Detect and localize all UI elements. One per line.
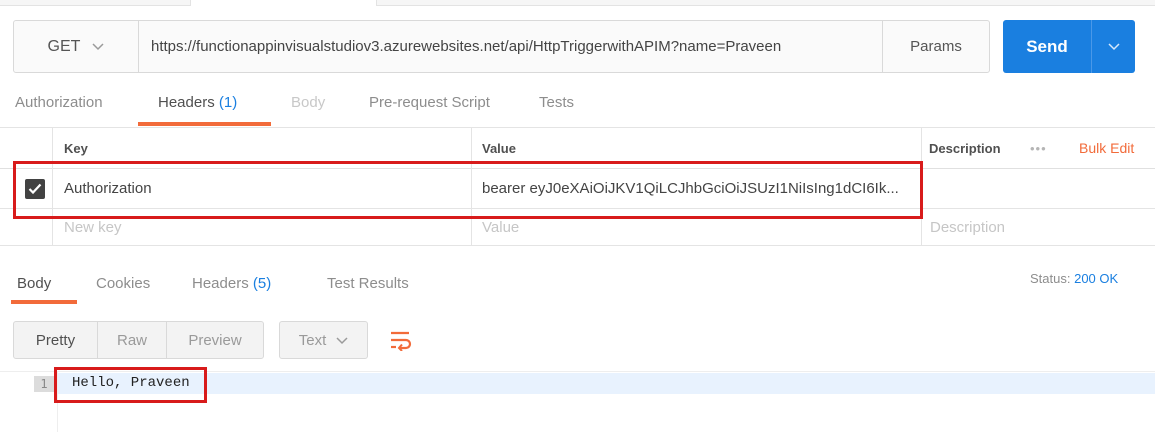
- column-header-key: Key: [64, 141, 88, 156]
- preview-button[interactable]: Preview: [166, 321, 264, 359]
- pretty-button[interactable]: Pretty: [13, 321, 98, 359]
- active-line-highlight: [57, 373, 1155, 394]
- url-text: https://functionappinvisualstudiov3.azur…: [151, 38, 782, 55]
- tab-response-body[interactable]: Body: [17, 275, 51, 292]
- highlight-box: [13, 161, 923, 219]
- tab-tests-label: Tests: [539, 94, 575, 111]
- status-value: 200 OK: [1074, 271, 1119, 286]
- table-top-border: [0, 127, 1155, 128]
- format-label: Text: [298, 331, 327, 349]
- tab-authorization-label: Authorization: [15, 94, 103, 111]
- column-header-description: Description: [929, 141, 1001, 156]
- params-button[interactable]: Params: [882, 20, 990, 73]
- tab-response-headers[interactable]: Headers (5): [192, 275, 271, 292]
- tab-headers-label: Headers: [158, 94, 215, 111]
- tab-authorization[interactable]: Authorization: [15, 94, 103, 111]
- method-select[interactable]: GET: [13, 20, 139, 73]
- column-header-value: Value: [482, 141, 516, 156]
- tab-tests[interactable]: Tests: [539, 94, 574, 111]
- status-label: Status:: [1030, 271, 1071, 286]
- line-number: 1: [34, 376, 54, 392]
- tab-test-results-label: Test Results: [327, 275, 409, 292]
- tab-body[interactable]: Body: [291, 94, 325, 111]
- tab-response-headers-count: (5): [252, 275, 272, 292]
- top-tab-strip: [0, 0, 1155, 6]
- tab-test-results[interactable]: Test Results: [327, 275, 409, 292]
- tab-body-label: Body: [291, 94, 326, 111]
- request-tab[interactable]: [190, 0, 377, 6]
- new-key-input[interactable]: New key: [64, 219, 122, 236]
- send-options-button[interactable]: [1091, 20, 1135, 73]
- params-label: Params: [910, 38, 962, 55]
- chevron-down-icon: [336, 332, 348, 349]
- tab-prerequest-label: Pre-request Script: [369, 94, 490, 111]
- tab-headers-count: (1): [218, 94, 238, 111]
- tab-response-body-label: Body: [17, 275, 52, 292]
- new-value-input[interactable]: Value: [482, 219, 519, 236]
- wrap-lines-icon[interactable]: [387, 326, 415, 354]
- tab-cookies[interactable]: Cookies: [96, 275, 150, 292]
- raw-button[interactable]: Raw: [97, 321, 167, 359]
- more-options-icon[interactable]: •••: [1030, 141, 1047, 156]
- tab-response-headers-label: Headers: [192, 275, 249, 292]
- highlight-box: [54, 367, 207, 403]
- active-tab-indicator: [138, 122, 271, 126]
- preview-label: Preview: [188, 331, 242, 349]
- chevron-down-icon: [1107, 42, 1120, 50]
- response-status: Status: 200 OK: [1030, 271, 1118, 286]
- tab-headers[interactable]: Headers (1): [158, 94, 237, 111]
- pretty-label: Pretty: [35, 331, 76, 349]
- method-label: GET: [47, 37, 81, 55]
- tab-prerequest-script[interactable]: Pre-request Script: [369, 94, 490, 111]
- send-label: Send: [1026, 36, 1068, 56]
- format-select[interactable]: Text: [279, 321, 368, 359]
- chevron-down-icon: [92, 40, 104, 54]
- bulk-edit-link[interactable]: Bulk Edit: [1079, 140, 1134, 156]
- url-input[interactable]: https://functionappinvisualstudiov3.azur…: [138, 20, 883, 73]
- active-tab-indicator: [11, 300, 77, 304]
- tab-cookies-label: Cookies: [96, 275, 151, 292]
- raw-label: Raw: [116, 331, 147, 349]
- new-description-input[interactable]: Description: [930, 219, 1005, 236]
- send-button[interactable]: Send: [1003, 20, 1091, 73]
- table-bottom-border: [0, 245, 1155, 246]
